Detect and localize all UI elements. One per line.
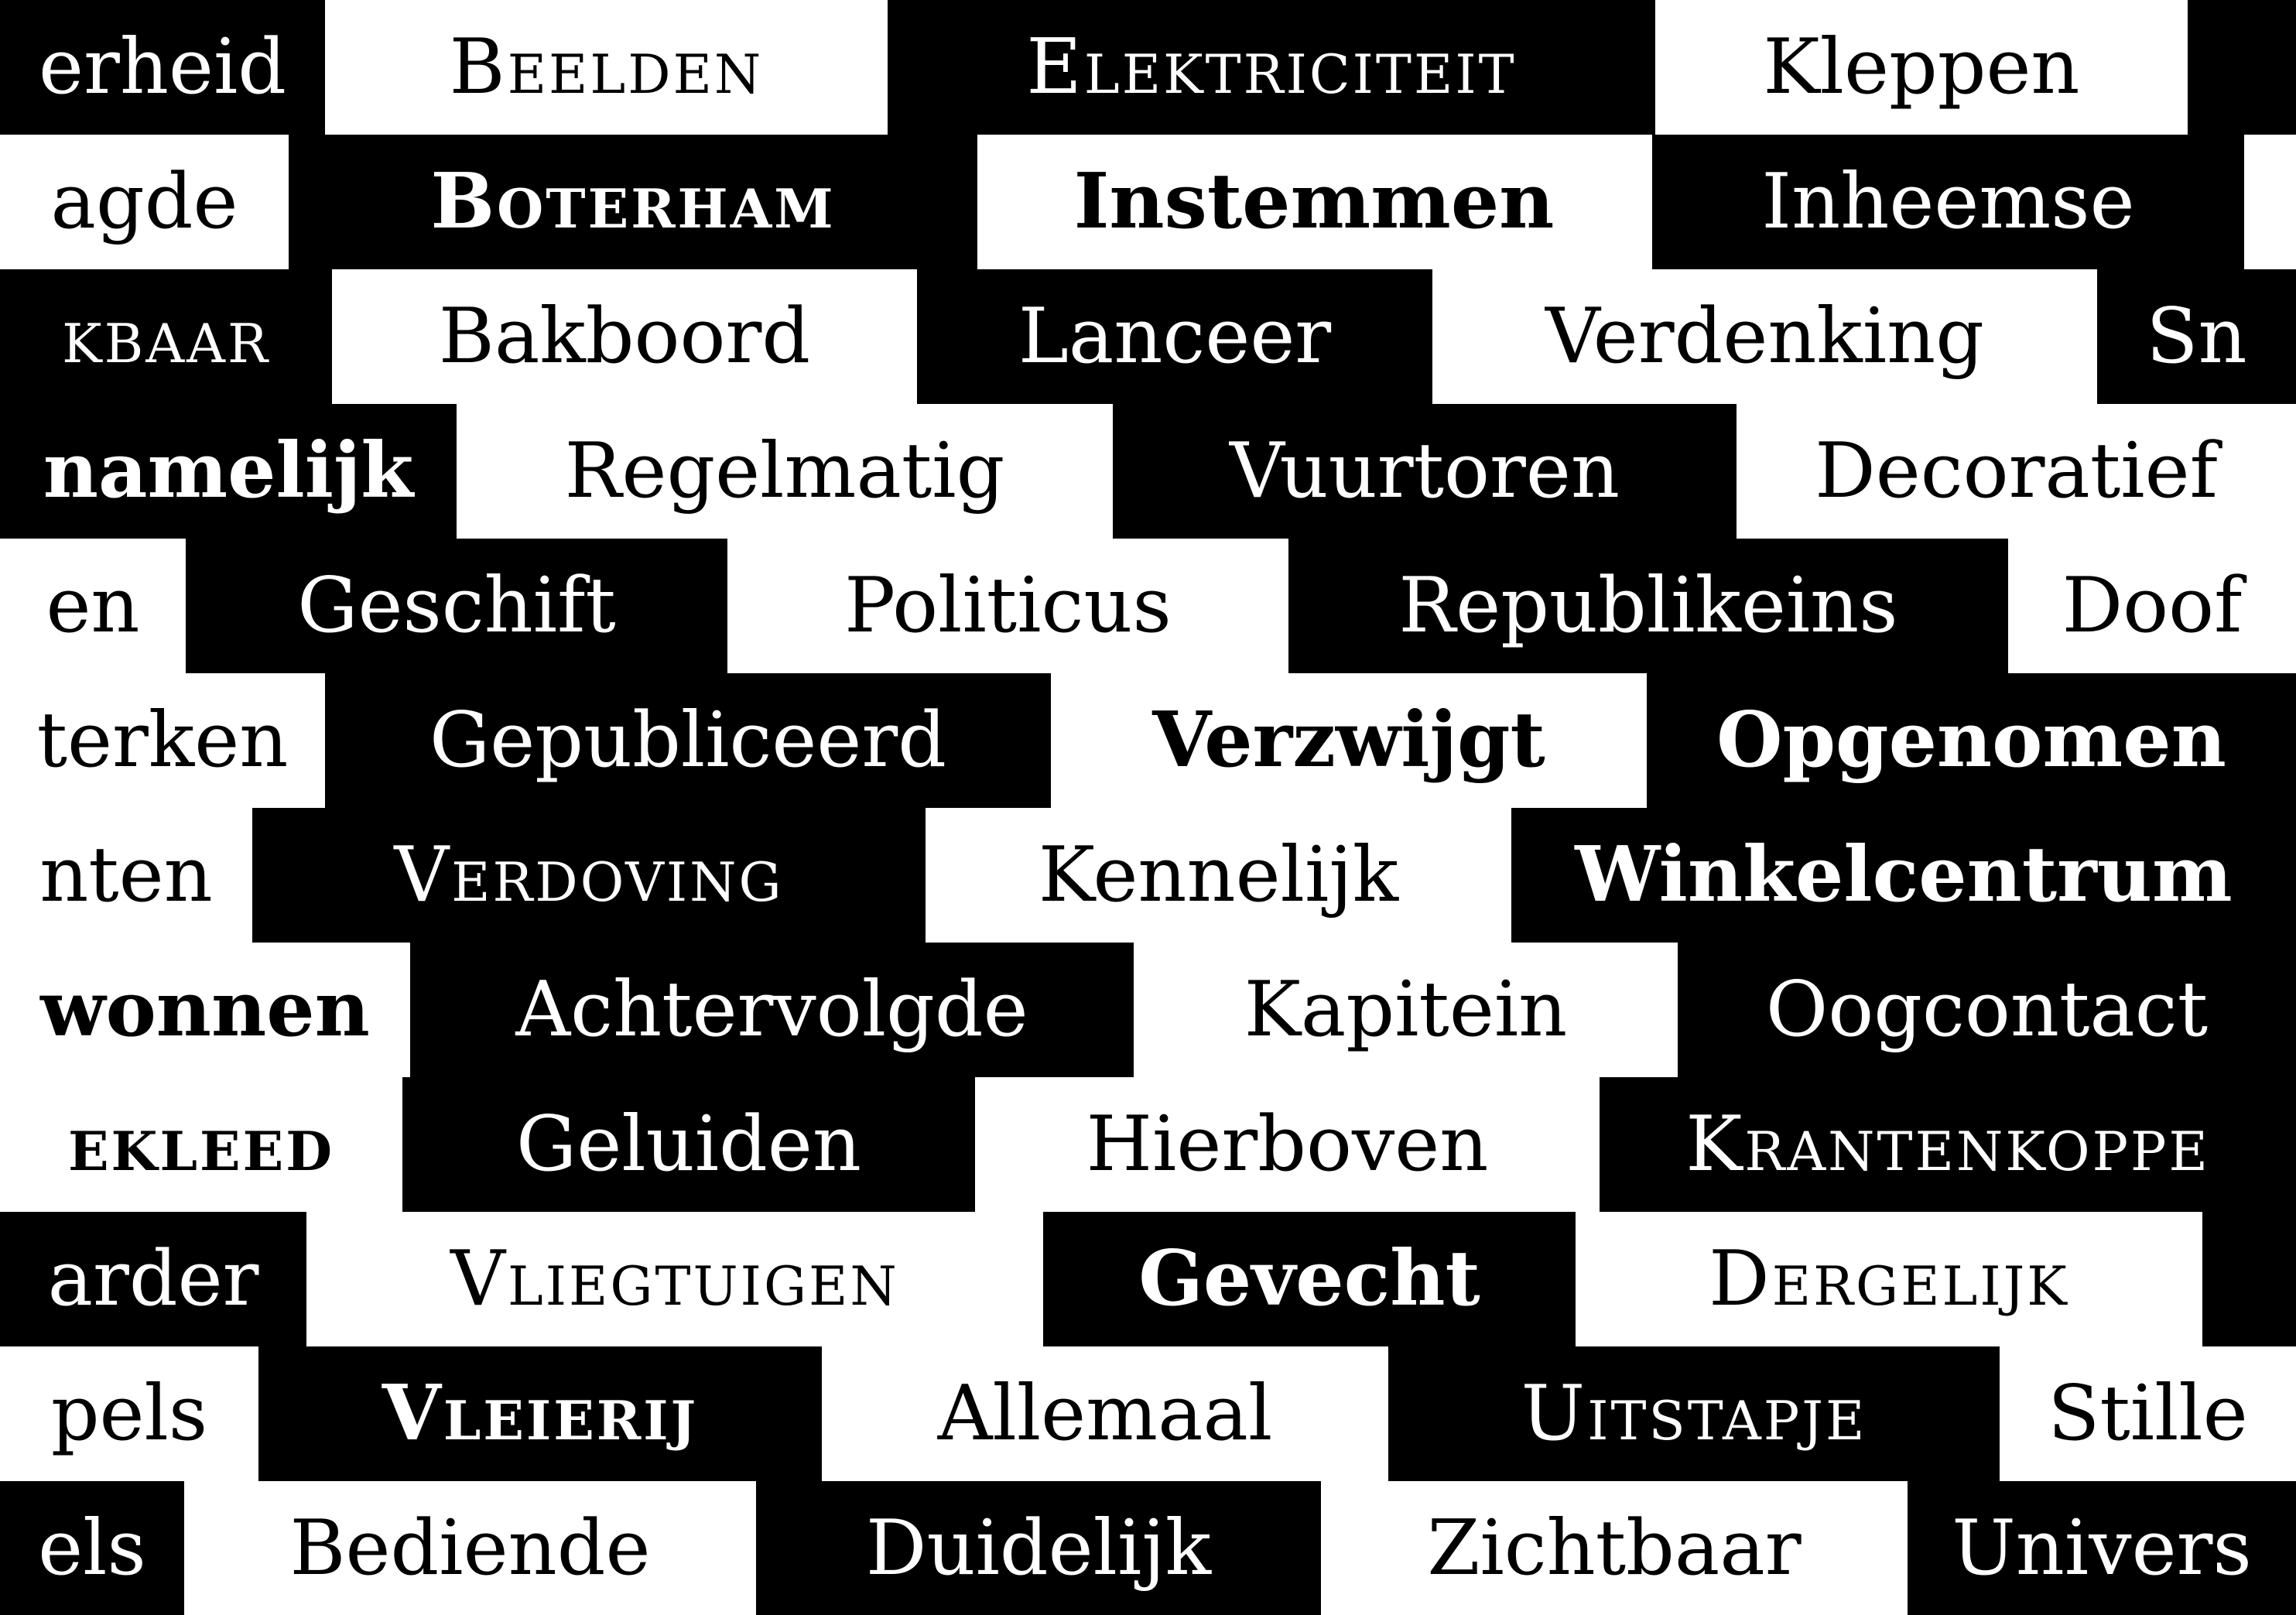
blank-tile: [2244, 135, 2296, 269]
word-tile: Bediende: [184, 1481, 756, 1615]
word-tile: terken: [0, 673, 325, 808]
word-tile: Elektriciteit: [888, 0, 1655, 135]
word-tile: ekleed: [0, 1077, 402, 1212]
word-tile: pels: [0, 1346, 258, 1481]
word-tile: Stille: [2000, 1346, 2296, 1481]
word-tile: Politicus: [727, 539, 1288, 673]
blank-tile: [2202, 1212, 2296, 1346]
word-tile: Achtervolgde: [410, 943, 1134, 1077]
word-tile: Vuurtoren: [1113, 404, 1737, 539]
word-tile: Verzwijgt: [1051, 673, 1647, 808]
word-tile: els: [0, 1481, 184, 1615]
word-tile: Zichtbaar: [1321, 1481, 1908, 1615]
word-tile: Gevecht: [1043, 1212, 1576, 1346]
word-tile: Beelden: [325, 0, 888, 135]
word-tile: Verdenking: [1432, 269, 2097, 404]
word-tile: Hierboven: [975, 1077, 1600, 1212]
word-tile: Instemmen: [977, 135, 1651, 269]
word-tile: Gepubliceerd: [325, 673, 1051, 808]
word-tile: Univers: [1908, 1481, 2296, 1615]
word-tile: Republikeins: [1288, 539, 2008, 673]
word-tile: Dergelijk: [1576, 1212, 2202, 1346]
word-tile: Duidelijk: [756, 1481, 1321, 1615]
word-tile: Lanceer: [917, 269, 1432, 404]
word-tile: Opgenomen: [1647, 673, 2296, 808]
word-tile: en: [0, 539, 186, 673]
word-tile: Krantenkoppe: [1600, 1077, 2296, 1212]
word-mosaic-poster: erheid Beelden Elektriciteit Kleppen agde Bot…: [0, 0, 2296, 1615]
word-tile: agde: [0, 135, 289, 269]
word-tile: Kennelijk: [926, 808, 1511, 943]
word-tile: Boterham: [289, 135, 977, 269]
word-tile: Vliegtuigen: [306, 1212, 1043, 1346]
word-tile: Doof: [2008, 539, 2296, 673]
word-tile: Regelmatig: [457, 404, 1113, 539]
word-tile: Oogcontact: [1678, 943, 2296, 1077]
word-tile: Vleierij: [258, 1346, 822, 1481]
word-tile: kbaar: [0, 269, 332, 404]
blank-tile: [2188, 0, 2296, 135]
word-tile: arder: [0, 1212, 306, 1346]
word-tile: Decoratief: [1737, 404, 2296, 539]
word-tile: Geluiden: [402, 1077, 975, 1212]
word-tile: Sn: [2097, 269, 2296, 404]
word-tile: wonnen: [0, 943, 410, 1077]
word-tile: Kleppen: [1655, 0, 2188, 135]
word-tile: erheid: [0, 0, 325, 135]
word-tile: nten: [0, 808, 252, 943]
word-tile: Kapitein: [1134, 943, 1678, 1077]
word-tile: Allemaal: [822, 1346, 1388, 1481]
word-tile: Uitstapje: [1388, 1346, 2000, 1481]
word-tile: namelijk: [0, 404, 457, 539]
word-tile: Bakboord: [332, 269, 917, 404]
word-tile: Inheemse: [1652, 135, 2244, 269]
word-tile: Geschift: [186, 539, 727, 673]
word-tile: Verdoving: [252, 808, 926, 943]
word-tile: Winkelcentrum: [1511, 808, 2296, 943]
